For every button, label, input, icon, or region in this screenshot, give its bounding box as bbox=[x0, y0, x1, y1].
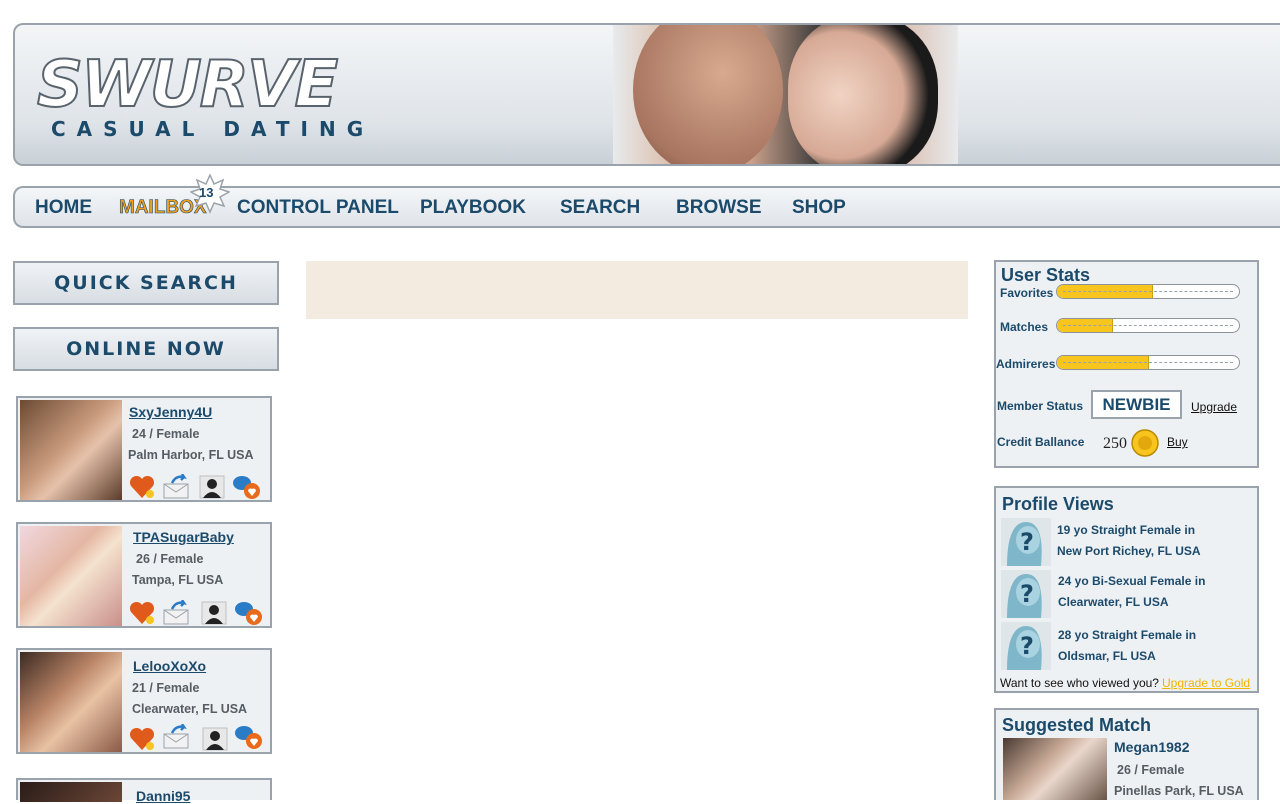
matches-bar-track bbox=[1063, 325, 1233, 326]
send-message-icon[interactable] bbox=[162, 474, 190, 500]
credit-balance-value: 250 bbox=[1103, 435, 1127, 452]
chat-icon[interactable] bbox=[232, 474, 260, 500]
banner-photo-woman bbox=[788, 25, 938, 164]
profile-view-desc: 28 yo Straight Female in bbox=[1058, 628, 1197, 642]
profile-age-gender: 26 / Female bbox=[136, 552, 204, 566]
nav-control-panel[interactable]: CONTROL PANEL bbox=[237, 197, 399, 219]
member-status-label: Member Status bbox=[997, 399, 1084, 413]
profile-location: Tampa, FL USA bbox=[132, 573, 224, 587]
profile-name[interactable]: TPASugarBaby bbox=[133, 529, 234, 545]
suggested-match-name[interactable]: Megan1982 bbox=[1114, 739, 1189, 755]
admirers-bar bbox=[1056, 355, 1240, 370]
unknown-viewer-avatar[interactable]: ? bbox=[1001, 622, 1051, 670]
admirers-bar-track bbox=[1063, 362, 1233, 363]
member-status-badge: NEWBIE bbox=[1091, 390, 1182, 419]
upgrade-to-gold-link[interactable]: Upgrade to Gold bbox=[1162, 676, 1250, 690]
anonymous-user-icon: ? bbox=[1007, 574, 1042, 618]
profile-view-item[interactable]: 19 yo Straight Female in New Port Richey… bbox=[1057, 520, 1201, 562]
user-stats-title: User Stats bbox=[1001, 265, 1091, 285]
online-profile-card[interactable]: SxyJenny4U 24 / Female Palm Harbor, FL U… bbox=[16, 396, 272, 502]
profile-name[interactable]: LelooXoXo bbox=[133, 658, 206, 674]
profile-photo[interactable] bbox=[20, 782, 122, 802]
anonymous-user-icon: ? bbox=[1007, 522, 1042, 566]
profile-age-gender: 24 / Female bbox=[132, 427, 200, 441]
profile-views-title: Profile Views bbox=[1002, 494, 1114, 514]
site-tagline: CASUAL DATING bbox=[51, 117, 375, 141]
profile-name[interactable]: SxyJenny4U bbox=[129, 404, 212, 420]
online-profile-card[interactable]: LelooXoXo 21 / Female Clearwater, FL USA bbox=[16, 648, 272, 754]
heart-icon[interactable] bbox=[128, 474, 156, 500]
suggested-match-title: Suggested Match bbox=[1002, 715, 1152, 735]
favorites-bar-track bbox=[1063, 291, 1233, 292]
profile-name[interactable]: Danni95 bbox=[136, 788, 190, 804]
profile-view-item[interactable]: 28 yo Straight Female in Oldsmar, FL USA bbox=[1058, 625, 1196, 667]
profile-icon[interactable] bbox=[198, 474, 226, 500]
online-profile-card[interactable]: TPASugarBaby 26 / Female Tampa, FL USA bbox=[16, 522, 272, 628]
center-content-box bbox=[306, 261, 968, 319]
profile-view-item[interactable]: 24 yo Bi-Sexual Female in Clearwater, FL… bbox=[1058, 571, 1205, 613]
chat-icon[interactable] bbox=[234, 600, 262, 626]
favorites-bar bbox=[1056, 284, 1240, 299]
upgrade-link[interactable]: Upgrade bbox=[1191, 400, 1237, 414]
banner-photo bbox=[613, 25, 958, 164]
profile-age-gender: 21 / Female bbox=[132, 681, 200, 695]
heart-icon[interactable] bbox=[128, 726, 156, 752]
profile-photo[interactable] bbox=[20, 400, 122, 500]
heart-icon[interactable] bbox=[128, 600, 156, 626]
chat-icon[interactable] bbox=[234, 724, 262, 750]
profile-location: Clearwater, FL USA bbox=[132, 702, 248, 716]
matches-bar bbox=[1056, 318, 1240, 333]
suggested-match-location: Pinellas Park, FL USA bbox=[1114, 784, 1244, 798]
credit-balance-label: Credit Ballance bbox=[997, 435, 1085, 449]
profile-view-location: Clearwater, FL USA bbox=[1058, 595, 1169, 609]
profile-icon[interactable] bbox=[201, 726, 229, 752]
unknown-viewer-avatar[interactable]: ? bbox=[1001, 570, 1051, 618]
anonymous-user-icon: ? bbox=[1007, 626, 1042, 670]
profile-view-location: New Port Richey, FL USA bbox=[1057, 544, 1201, 558]
send-message-icon[interactable] bbox=[162, 600, 190, 626]
online-now-button[interactable]: ONLINE NOW bbox=[13, 327, 279, 371]
banner-photo-man bbox=[633, 25, 783, 164]
admirers-label: Admireres bbox=[996, 357, 1056, 371]
profile-photo[interactable] bbox=[20, 652, 122, 752]
svg-text:?: ? bbox=[1020, 632, 1034, 660]
svg-text:?: ? bbox=[1020, 528, 1034, 556]
profile-location: Palm Harbor, FL USA bbox=[128, 448, 254, 462]
suggested-match-photo[interactable] bbox=[1003, 738, 1107, 800]
profile-photo[interactable] bbox=[20, 526, 122, 626]
profile-view-desc: 24 yo Bi-Sexual Female in bbox=[1058, 574, 1206, 588]
mail-count: 13 bbox=[199, 185, 214, 200]
suggested-match-age-gender: 26 / Female bbox=[1117, 763, 1185, 777]
coin-icon bbox=[1131, 429, 1159, 457]
quick-search-button[interactable]: QUICK SEARCH bbox=[13, 261, 279, 305]
upgrade-prompt: Want to see who viewed you? bbox=[1000, 676, 1159, 690]
unknown-viewer-avatar[interactable]: ? bbox=[1001, 518, 1051, 566]
profile-view-desc: 19 yo Straight Female in bbox=[1057, 523, 1196, 537]
header-banner: SWURVE CASUAL DATING bbox=[13, 23, 1280, 166]
nav-home[interactable]: HOME bbox=[35, 197, 92, 219]
matches-label: Matches bbox=[1000, 320, 1049, 334]
nav-shop[interactable]: SHOP bbox=[792, 197, 846, 219]
site-logo[interactable]: SWURVE bbox=[36, 52, 339, 118]
nav-browse[interactable]: BROWSE bbox=[676, 197, 762, 219]
send-message-icon[interactable] bbox=[162, 724, 190, 750]
online-profile-card[interactable]: Danni95 bbox=[16, 778, 272, 804]
buy-credits-link[interactable]: Buy bbox=[1167, 435, 1188, 449]
profile-icon[interactable] bbox=[200, 600, 228, 626]
nav-search[interactable]: SEARCH bbox=[560, 197, 640, 219]
favorites-label: Favorites bbox=[1000, 286, 1054, 300]
nav-playbook[interactable]: PLAYBOOK bbox=[420, 197, 526, 219]
svg-text:?: ? bbox=[1020, 580, 1034, 608]
profile-view-location: Oldsmar, FL USA bbox=[1058, 649, 1156, 663]
